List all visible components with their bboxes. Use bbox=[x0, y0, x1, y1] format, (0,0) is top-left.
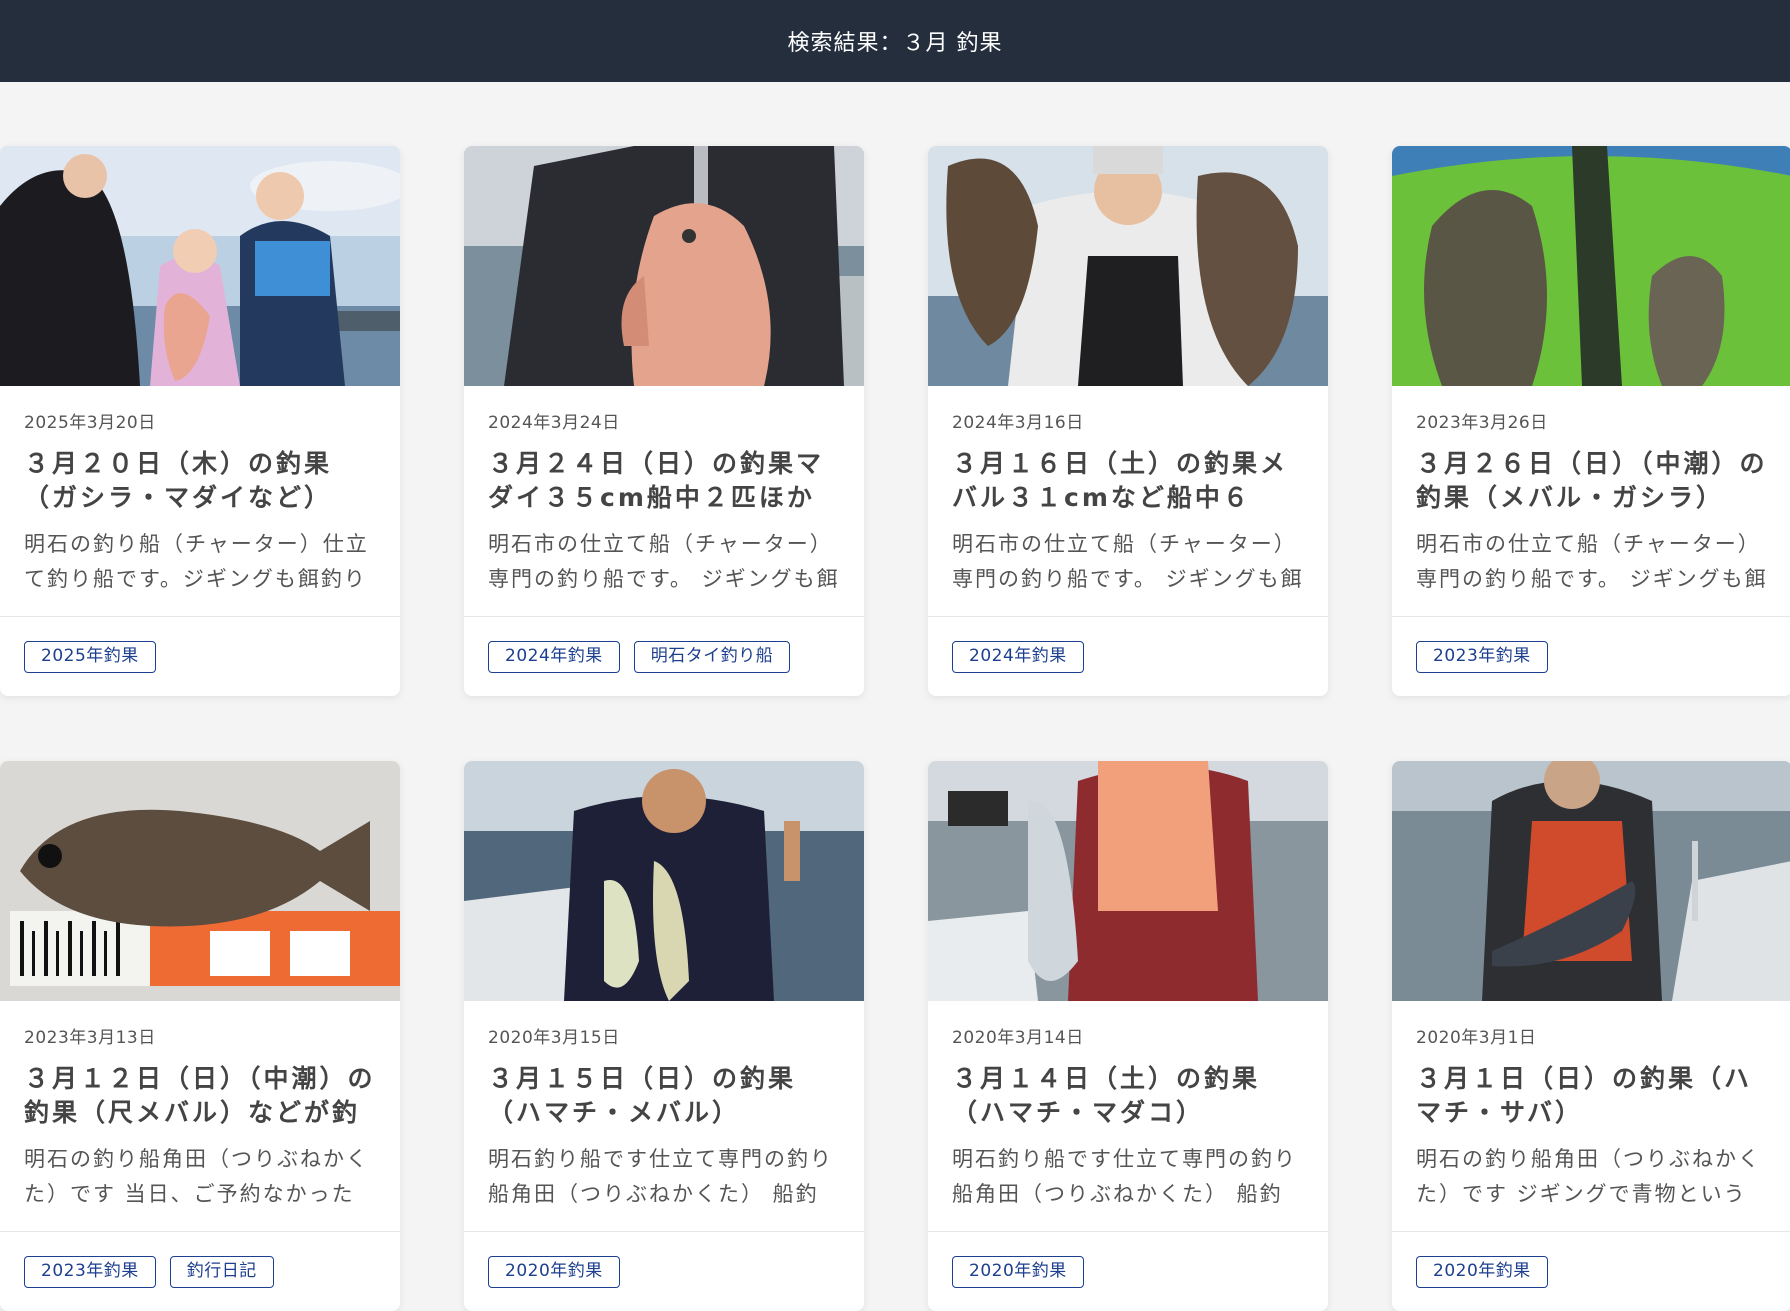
post-card[interactable]: 2025年3月20日 ３月２０日（木）の釣果（ガシラ・マダイなど） 明石の釣り船… bbox=[0, 146, 400, 696]
post-card[interactable]: 2020年3月14日 ３月１４日（土）の釣果（ハマチ・マダコ） 明石釣り船です仕… bbox=[928, 761, 1328, 1311]
post-date: 2025年3月20日 bbox=[24, 413, 156, 433]
post-tags: 2024年釣果 bbox=[928, 616, 1328, 696]
post-thumbnail[interactable] bbox=[464, 761, 864, 1001]
post-card[interactable]: 2023年3月13日 ３月１２日（日）（中潮）の釣果（尺メバル）などが釣れました… bbox=[0, 761, 400, 1311]
post-title[interactable]: ３月１６日（土）の釣果メバル３１cmなど船中６匹・ガシラ bbox=[952, 447, 1304, 515]
post-card[interactable]: 2023年3月26日 ３月２６日（日）（中潮）の釣果（メバル・ガシラ） 明石市の… bbox=[1392, 146, 1790, 696]
post-thumbnail[interactable] bbox=[1392, 761, 1790, 1001]
post-excerpt: 明石の釣り船（チャーター）仕立て釣り船です。ジギングも餌釣りも bbox=[24, 532, 369, 591]
post-date: 2020年3月15日 bbox=[488, 1028, 620, 1048]
post-title[interactable]: ３月２０日（木）の釣果（ガシラ・マダイなど） bbox=[24, 447, 376, 515]
post-card[interactable]: 2024年3月24日 ３月２４日（日）の釣果マダイ３５cm船中２匹ほかガシラ 明… bbox=[464, 146, 864, 696]
post-date: 2024年3月24日 bbox=[488, 413, 620, 433]
post-date: 2024年3月16日 bbox=[952, 413, 1084, 433]
post-thumbnail[interactable] bbox=[0, 761, 400, 1001]
post-excerpt: 明石市の仕立て船（チャーター）専門の釣り船です。 ジギングも餌 bbox=[952, 532, 1304, 591]
post-thumbnail[interactable] bbox=[464, 146, 864, 386]
tag-link[interactable]: 2024年釣果 bbox=[952, 641, 1084, 673]
tag-link[interactable]: 2023年釣果 bbox=[1416, 641, 1548, 673]
tag-link[interactable]: 釣行日記 bbox=[169, 1256, 274, 1288]
post-excerpt: 明石釣り船です仕立て専門の釣り船角田（つりぶねかくた） 船釣り bbox=[488, 1147, 833, 1206]
post-tags: 2025年釣果 bbox=[0, 616, 400, 696]
post-tags: 2020年釣果 bbox=[1392, 1231, 1790, 1311]
post-thumbnail[interactable] bbox=[928, 146, 1328, 386]
post-excerpt: 明石の釣り船角田（つりぶねかくた）です 当日、ご予約なかったの bbox=[24, 1147, 369, 1206]
tag-link[interactable]: 2020年釣果 bbox=[488, 1256, 620, 1288]
post-date: 2023年3月26日 bbox=[1416, 413, 1548, 433]
post-thumbnail[interactable] bbox=[0, 146, 400, 386]
tag-link[interactable]: 2023年釣果 bbox=[24, 1256, 156, 1288]
post-thumbnail[interactable] bbox=[928, 761, 1328, 1001]
post-excerpt: 明石市の仕立て船（チャーター）専門の釣り船です。 ジギングも餌 bbox=[1416, 532, 1768, 591]
tag-link[interactable]: 2020年釣果 bbox=[952, 1256, 1084, 1288]
tag-link[interactable]: 2024年釣果 bbox=[488, 641, 620, 673]
post-title[interactable]: ３月１４日（土）の釣果（ハマチ・マダコ） bbox=[952, 1062, 1304, 1130]
post-tags: 2020年釣果 bbox=[928, 1231, 1328, 1311]
post-title[interactable]: ３月２６日（日）（中潮）の釣果（メバル・ガシラ） bbox=[1416, 447, 1768, 515]
tag-link[interactable]: 明石タイ釣り船 bbox=[633, 641, 791, 673]
post-title[interactable]: ３月１日（日）の釣果（ハマチ・サバ） bbox=[1416, 1062, 1768, 1130]
post-card[interactable]: 2020年3月1日 ３月１日（日）の釣果（ハマチ・サバ） 明石の釣り船角田（つり… bbox=[1392, 761, 1790, 1311]
post-title[interactable]: ３月１５日（日）の釣果（ハマチ・メバル） bbox=[488, 1062, 840, 1130]
tag-link[interactable]: 2020年釣果 bbox=[1416, 1256, 1548, 1288]
post-tags: 2020年釣果 bbox=[464, 1231, 864, 1311]
post-date: 2020年3月14日 bbox=[952, 1028, 1084, 1048]
post-title[interactable]: ３月２４日（日）の釣果マダイ３５cm船中２匹ほかガシラ bbox=[488, 447, 840, 515]
post-thumbnail[interactable] bbox=[1392, 146, 1790, 386]
post-excerpt: 明石の釣り船角田（つりぶねかくた）です ジギングで青物というお bbox=[1416, 1147, 1761, 1206]
post-date: 2023年3月13日 bbox=[24, 1028, 156, 1048]
post-grid: 2025年3月20日 ３月２０日（木）の釣果（ガシラ・マダイなど） 明石の釣り船… bbox=[0, 0, 1790, 1311]
post-excerpt: 明石市の仕立て船（チャーター）専門の釣り船です。 ジギングも餌 bbox=[488, 532, 840, 591]
post-date: 2020年3月1日 bbox=[1416, 1028, 1537, 1048]
post-tags: 2023年釣果 bbox=[1392, 616, 1790, 696]
post-title[interactable]: ３月１２日（日）（中潮）の釣果（尺メバル）などが釣れました bbox=[24, 1062, 376, 1130]
tag-link[interactable]: 2025年釣果 bbox=[24, 641, 156, 673]
post-excerpt: 明石釣り船です仕立て専門の釣り船角田（つりぶねかくた） 船釣り bbox=[952, 1147, 1297, 1206]
post-card[interactable]: 2024年3月16日 ３月１６日（土）の釣果メバル３１cmなど船中６匹・ガシラ … bbox=[928, 146, 1328, 696]
post-tags: 2023年釣果 釣行日記 bbox=[0, 1231, 400, 1311]
post-tags: 2024年釣果 明石タイ釣り船 bbox=[464, 616, 864, 696]
post-card[interactable]: 2020年3月15日 ３月１５日（日）の釣果（ハマチ・メバル） 明石釣り船です仕… bbox=[464, 761, 864, 1311]
